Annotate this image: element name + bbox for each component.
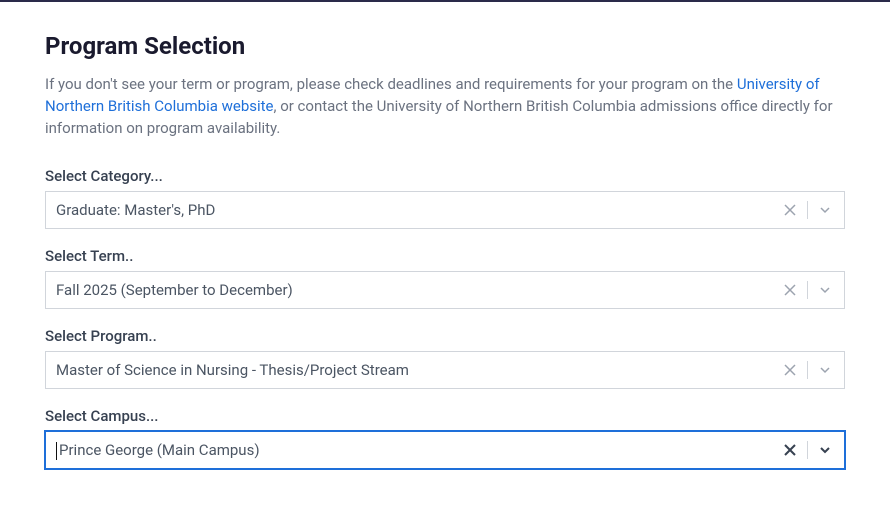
program-selection-panel: Program Selection If you don't see your … [0, 2, 890, 469]
label-campus: Select Campus... [45, 407, 845, 425]
label-program: Select Program.. [45, 327, 845, 345]
chevron-down-icon[interactable] [816, 281, 834, 299]
intro-before: If you don't see your term or program, p… [45, 75, 737, 93]
select-term-value: Fall 2025 (September to December) [56, 281, 781, 299]
clear-icon[interactable] [781, 201, 799, 219]
select-term-controls [781, 281, 834, 299]
text-cursor [56, 442, 57, 460]
select-campus-value: Prince George (Main Campus) [56, 441, 781, 460]
separator [807, 361, 808, 379]
label-term: Select Term.. [45, 247, 845, 265]
select-campus[interactable]: Prince George (Main Campus) [45, 431, 845, 469]
select-category-value: Graduate: Master's, PhD [56, 201, 781, 219]
select-term[interactable]: Fall 2025 (September to December) [45, 271, 845, 309]
chevron-down-icon[interactable] [816, 441, 834, 459]
select-campus-controls [781, 441, 834, 459]
clear-icon[interactable] [781, 441, 799, 459]
separator [807, 201, 808, 219]
field-campus: Select Campus... Prince George (Main Cam… [45, 407, 845, 469]
select-campus-value-text: Prince George (Main Campus) [59, 441, 260, 459]
separator [807, 281, 808, 299]
separator [807, 441, 808, 459]
select-program[interactable]: Master of Science in Nursing - Thesis/Pr… [45, 351, 845, 389]
field-term: Select Term.. Fall 2025 (September to De… [45, 247, 845, 309]
select-category-controls [781, 201, 834, 219]
select-category[interactable]: Graduate: Master's, PhD [45, 191, 845, 229]
field-program: Select Program.. Master of Science in Nu… [45, 327, 845, 389]
chevron-down-icon[interactable] [816, 201, 834, 219]
select-program-controls [781, 361, 834, 379]
field-category: Select Category... Graduate: Master's, P… [45, 167, 845, 229]
intro-text: If you don't see your term or program, p… [45, 74, 845, 139]
chevron-down-icon[interactable] [816, 361, 834, 379]
label-category: Select Category... [45, 167, 845, 185]
page-title: Program Selection [45, 32, 845, 60]
clear-icon[interactable] [781, 281, 799, 299]
select-program-value: Master of Science in Nursing - Thesis/Pr… [56, 361, 781, 379]
clear-icon[interactable] [781, 361, 799, 379]
